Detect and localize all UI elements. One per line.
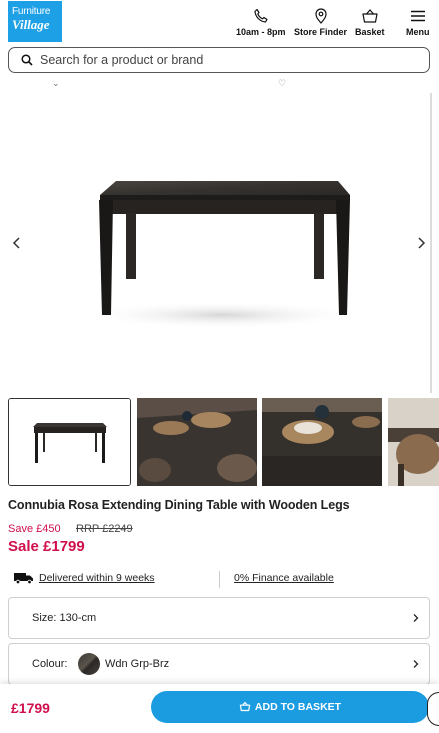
product-title: Connubia Rosa Extending Dining Table wit… (8, 498, 350, 512)
chevron-right-icon (418, 237, 426, 249)
sale-price: Sale £1799 (8, 538, 85, 555)
colour-selector[interactable]: Colour: Wdn Grp-Brz (8, 643, 430, 685)
map-pin-icon (314, 8, 327, 24)
gallery-next-button[interactable] (414, 236, 428, 250)
search-input[interactable] (40, 51, 410, 69)
rrp-price: RRP £2249 (76, 523, 133, 535)
furniture-village-logo[interactable]: Furniture Village (8, 1, 62, 42)
add-to-basket-label: ADD TO BASKET (254, 701, 342, 713)
thumbnail-4-image (388, 398, 439, 486)
hamburger-menu-icon (410, 10, 425, 22)
store-finder-label: Store Finder (294, 27, 348, 37)
delivery-text: Delivered within 9 weeks (39, 572, 155, 584)
thumbnail-3[interactable] (262, 398, 382, 486)
gallery-edge (430, 93, 432, 393)
colour-swatch (78, 653, 100, 675)
heart-peek-icon: ♡ (278, 78, 287, 88)
colour-value: Wdn Grp-Brz (105, 658, 170, 670)
chevron-right-icon (413, 660, 419, 668)
menu-button[interactable]: Menu (406, 8, 430, 37)
finance-link[interactable]: 0% Finance available (234, 572, 334, 584)
basket-label: Basket (355, 27, 385, 37)
opening-hours-link[interactable]: 10am - 8pm (236, 8, 286, 37)
info-divider (219, 571, 220, 588)
menu-label: Menu (406, 27, 430, 37)
thumbnail-4[interactable] (388, 398, 439, 486)
basket-icon (362, 9, 378, 23)
add-to-basket-button[interactable]: ADD TO BASKET (151, 691, 429, 723)
chevron-right-icon (413, 614, 419, 622)
search-icon (21, 54, 33, 66)
thumbnail-1[interactable] (8, 398, 131, 486)
product-main-image (82, 181, 362, 329)
site-header: Furniture Village 10am - 8pm Store Finde… (0, 0, 439, 46)
store-finder-link[interactable]: Store Finder (294, 8, 347, 37)
basket-icon (239, 701, 251, 712)
chevron-peek-icon: ⌄ (52, 78, 60, 88)
gallery-prev-button[interactable] (10, 236, 24, 250)
product-image-gallery[interactable] (8, 93, 432, 393)
thumbnail-1-image (9, 399, 130, 485)
search-bar[interactable] (8, 47, 430, 73)
save-amount: Save £450 (8, 523, 61, 535)
thumbnail-strip (8, 398, 439, 486)
delivery-finance-row: Delivered within 9 weeks 0% Finance avai… (8, 568, 430, 590)
chat-widget-tab[interactable] (427, 692, 439, 726)
colour-label: Colour: (32, 658, 68, 670)
size-selector[interactable]: Size: 130-cm (8, 597, 430, 639)
logo-line2: Village (12, 17, 50, 32)
phone-icon (254, 8, 268, 23)
bottom-price: £1799 (11, 700, 50, 716)
thumbnail-2[interactable] (137, 398, 257, 486)
thumbnail-2-image (137, 398, 257, 486)
size-label: Size: 130-cm (32, 612, 97, 624)
opening-hours-label: 10am - 8pm (236, 27, 286, 37)
chevron-left-icon (12, 237, 20, 249)
basket-link[interactable]: Basket (355, 8, 385, 37)
thumbnail-3-image (262, 398, 382, 486)
delivery-truck-icon (14, 573, 33, 584)
sticky-basket-bar: £1799 ADD TO BASKET (0, 684, 439, 733)
